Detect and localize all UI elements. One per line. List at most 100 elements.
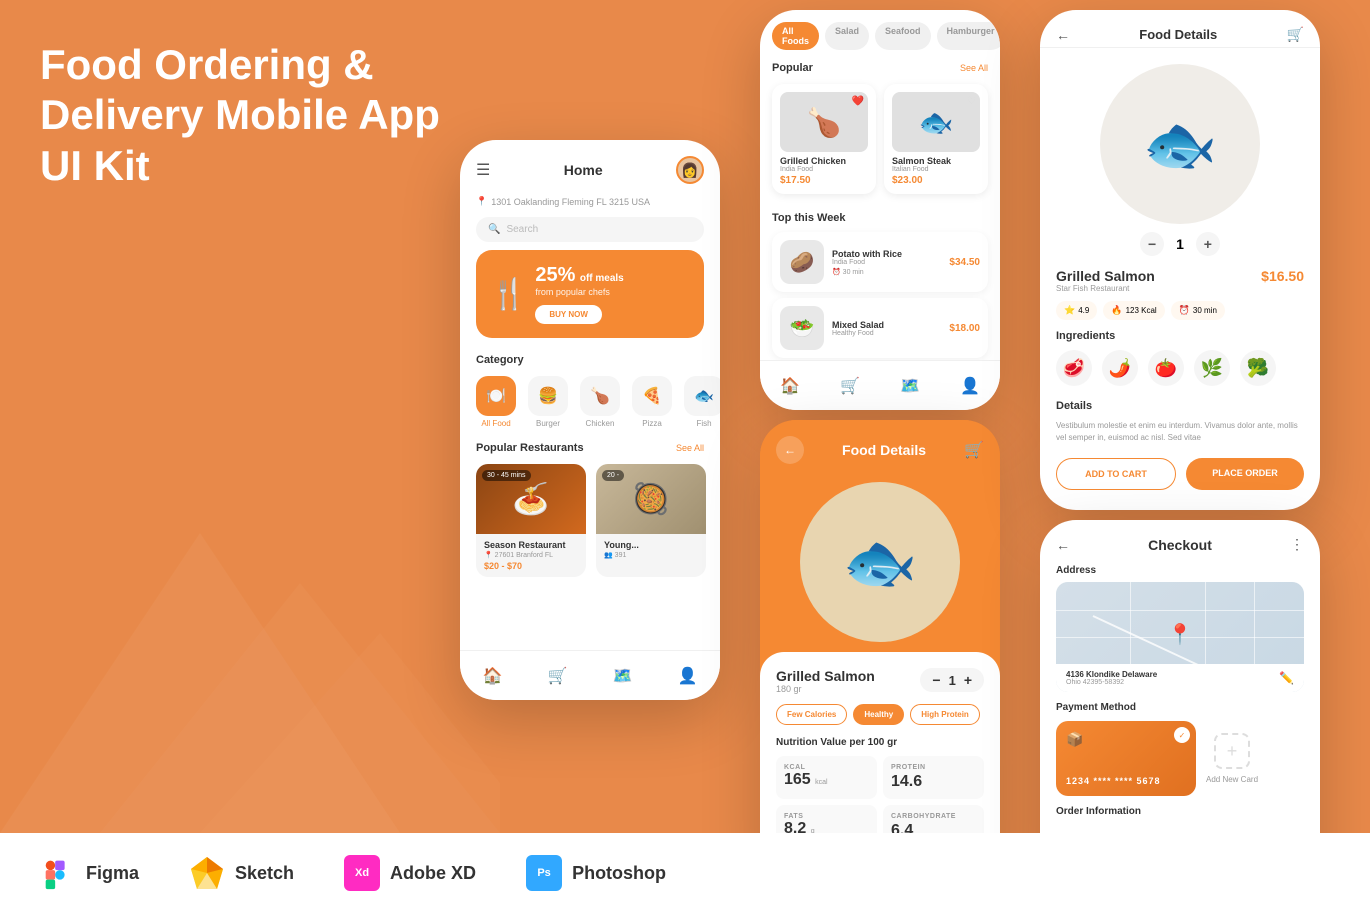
food2-cuisine: Healthy Food <box>832 330 941 337</box>
food-title-info: Grilled Salmon 180 gr <box>776 668 875 694</box>
potato-rice-cuisine: India Food <box>832 259 941 266</box>
phone4-back-icon[interactable]: ← <box>1056 27 1070 43</box>
hero-text-block: Food Ordering & Delivery Mobile App UI K… <box>40 40 460 191</box>
nav-home-icon[interactable]: 🏠 <box>483 666 503 686</box>
phone4-restaurant: Star Fish Restaurant <box>1056 284 1155 293</box>
cat-chicken[interactable]: 🍗 Chicken <box>580 376 620 428</box>
promo-illustration: 🍴 <box>490 277 527 312</box>
phone4-qty-minus[interactable]: − <box>1140 232 1164 256</box>
salmon-heart-icon[interactable]: ♡ <box>967 96 976 107</box>
search-bar[interactable]: 🔍 Search <box>476 217 704 242</box>
ingredient-pepper: 🌶️ <box>1102 350 1138 386</box>
phone5-more-icon[interactable]: ⋮ <box>1290 536 1304 553</box>
ps-icon: Ps <box>526 855 562 891</box>
popular-title: Popular <box>772 62 813 74</box>
kcal-badge-value: 123 Kcal <box>1126 306 1157 315</box>
buy-now-button[interactable]: BUY NOW <box>535 305 602 324</box>
card-chip-icon: 📦 <box>1066 731 1083 747</box>
xd-label: Adobe XD <box>390 863 476 884</box>
phone4-qty-plus[interactable]: + <box>1196 232 1220 256</box>
week-item-2[interactable]: 🥗 Mixed Salad Healthy Food $18.00 <box>772 298 988 358</box>
potato-rice-info: Potato with Rice India Food ⏰ 30 min <box>832 249 941 276</box>
add-new-card[interactable]: + Add New Card <box>1206 733 1258 784</box>
phone2-nav-map[interactable]: 🗺️ <box>900 376 920 396</box>
restaurants-see-all[interactable]: See All <box>676 443 704 453</box>
restaurant-1-info: Season Restaurant 📍 27601 Branford FL $2… <box>476 534 586 577</box>
phone3-food-image: 🐟 <box>800 482 960 642</box>
phone3-back-button[interactable]: ← <box>776 436 804 464</box>
filter-seafood[interactable]: Seafood <box>875 22 931 50</box>
food3-name: Grilled Salmon <box>776 668 875 684</box>
qty-control[interactable]: − 1 + <box>920 668 984 692</box>
phone4-action-row: ADD TO CART PLACE ORDER <box>1040 448 1320 500</box>
phone2-nav-home[interactable]: 🏠 <box>780 376 800 396</box>
nav-profile-icon[interactable]: 👤 <box>678 666 698 686</box>
promo-banner[interactable]: 🍴 25% off meals from popular chefs BUY N… <box>476 250 704 338</box>
map-h1 <box>1056 610 1304 611</box>
qty-minus-btn[interactable]: − <box>932 672 940 688</box>
location-bar: 📍 1301 Oaklanding Fleming FL 3215 USA <box>460 192 720 211</box>
phone1-title: Home <box>564 162 603 178</box>
food2-info: Mixed Salad Healthy Food <box>832 320 941 337</box>
sketch-tool: Sketch <box>189 855 294 891</box>
phone2-bottom-nav: 🏠 🛒 🗺️ 👤 <box>760 360 1000 410</box>
fire-icon: 🔥 <box>1111 305 1122 316</box>
filter-salad[interactable]: Salad <box>825 22 869 50</box>
user-avatar[interactable]: 👩 <box>676 156 704 184</box>
tag-few-calories[interactable]: Few Calories <box>776 704 847 725</box>
payment-section: Payment Method 📦 1234 **** **** 5678 ✓ +… <box>1040 692 1320 796</box>
nav-cart-icon[interactable]: 🛒 <box>548 666 568 686</box>
salmon-food-name: Salmon Steak <box>892 156 980 166</box>
popular-see-all[interactable]: See All <box>960 63 988 73</box>
food-card-salmon[interactable]: 🐟 ♡ Salmon Steak Italian Food $23.00 <box>884 84 988 194</box>
map-address-info: 4136 Klondike Delaware Ohio 42395-58392 <box>1066 670 1157 686</box>
restaurant-2-loc: 👥 391 <box>604 551 698 559</box>
cat-pizza[interactable]: 🍕 Pizza <box>632 376 672 428</box>
add-card-icon: + <box>1214 733 1250 769</box>
payment-cards-row: 📦 1234 **** **** 5678 ✓ + Add New Card <box>1056 721 1304 796</box>
search-placeholder: Search <box>506 224 538 235</box>
p3-top: ← Food Details 🛒 🐟 <box>760 420 1000 672</box>
phone2-nav-profile[interactable]: 👤 <box>960 376 980 396</box>
food3-weight: 180 gr <box>776 684 875 694</box>
cat-all-food[interactable]: 🍽️ All Food <box>476 376 516 428</box>
edit-address-icon[interactable]: ✏️ <box>1279 671 1294 685</box>
filter-all-foods[interactable]: All Foods <box>772 22 819 50</box>
restaurant-card-1[interactable]: 🍝 30 - 45 mins Season Restaurant 📍 27601… <box>476 464 586 577</box>
chicken-heart-icon[interactable]: ❤️ <box>852 96 864 107</box>
phone2-nav-cart[interactable]: 🛒 <box>840 376 860 396</box>
food-card-chicken[interactable]: 🍗 ❤️ Grilled Chicken India Food $17.50 <box>772 84 876 194</box>
rating-value: 4.9 <box>1078 306 1089 315</box>
ingredient-tomato: 🍅 <box>1148 350 1184 386</box>
tag-healthy[interactable]: Healthy <box>853 704 904 725</box>
phone5-back-icon[interactable]: ← <box>1056 537 1070 553</box>
cat-fish[interactable]: 🐟 Fish <box>684 376 720 428</box>
food2-price: $18.00 <box>949 323 980 334</box>
add-to-cart-outline-button[interactable]: ADD TO CART <box>1056 458 1176 490</box>
week-item-potato[interactable]: 🥔 Potato with Rice India Food ⏰ 30 min $… <box>772 232 988 292</box>
credit-card[interactable]: 📦 1234 **** **** 5678 ✓ <box>1056 721 1196 796</box>
ps-label: Photoshop <box>572 863 666 884</box>
qty-plus-btn[interactable]: + <box>964 672 972 688</box>
pizza-icon: 🍕 <box>632 376 672 416</box>
restaurants-title: Popular Restaurants <box>476 442 584 454</box>
map-placeholder: 📍 4136 Klondike Delaware Ohio 42395-5839… <box>1056 582 1304 692</box>
ingredient-meat: 🥩 <box>1056 350 1092 386</box>
cat-burger[interactable]: 🍔 Burger <box>528 376 568 428</box>
phone3-cart-icon[interactable]: 🛒 <box>964 440 984 460</box>
nav-map-icon[interactable]: 🗺️ <box>613 666 633 686</box>
promo-desc: from popular chefs <box>535 287 690 297</box>
tag-high-protein[interactable]: High Protein <box>910 704 980 725</box>
adobexd-tool: Xd Adobe XD <box>344 855 476 891</box>
background-mountains <box>0 433 500 833</box>
nutrition-section: Nutrition Value per 100 gr KCAL 165 kcal… <box>776 737 984 848</box>
phone4-cart-icon[interactable]: 🛒 <box>1287 26 1304 43</box>
figma-icon <box>40 855 76 891</box>
category-header: Category <box>460 346 720 370</box>
place-order-button[interactable]: PLACE ORDER <box>1186 458 1304 490</box>
ingredients-title: Ingredients <box>1040 320 1320 346</box>
menu-icon[interactable]: ☰ <box>476 160 490 180</box>
filter-hamburger[interactable]: Hamburger <box>937 22 1000 50</box>
restaurant-card-2[interactable]: 🥘 20 - Young... 👥 391 <box>596 464 706 577</box>
hero-title: Food Ordering & Delivery Mobile App UI K… <box>40 40 460 191</box>
